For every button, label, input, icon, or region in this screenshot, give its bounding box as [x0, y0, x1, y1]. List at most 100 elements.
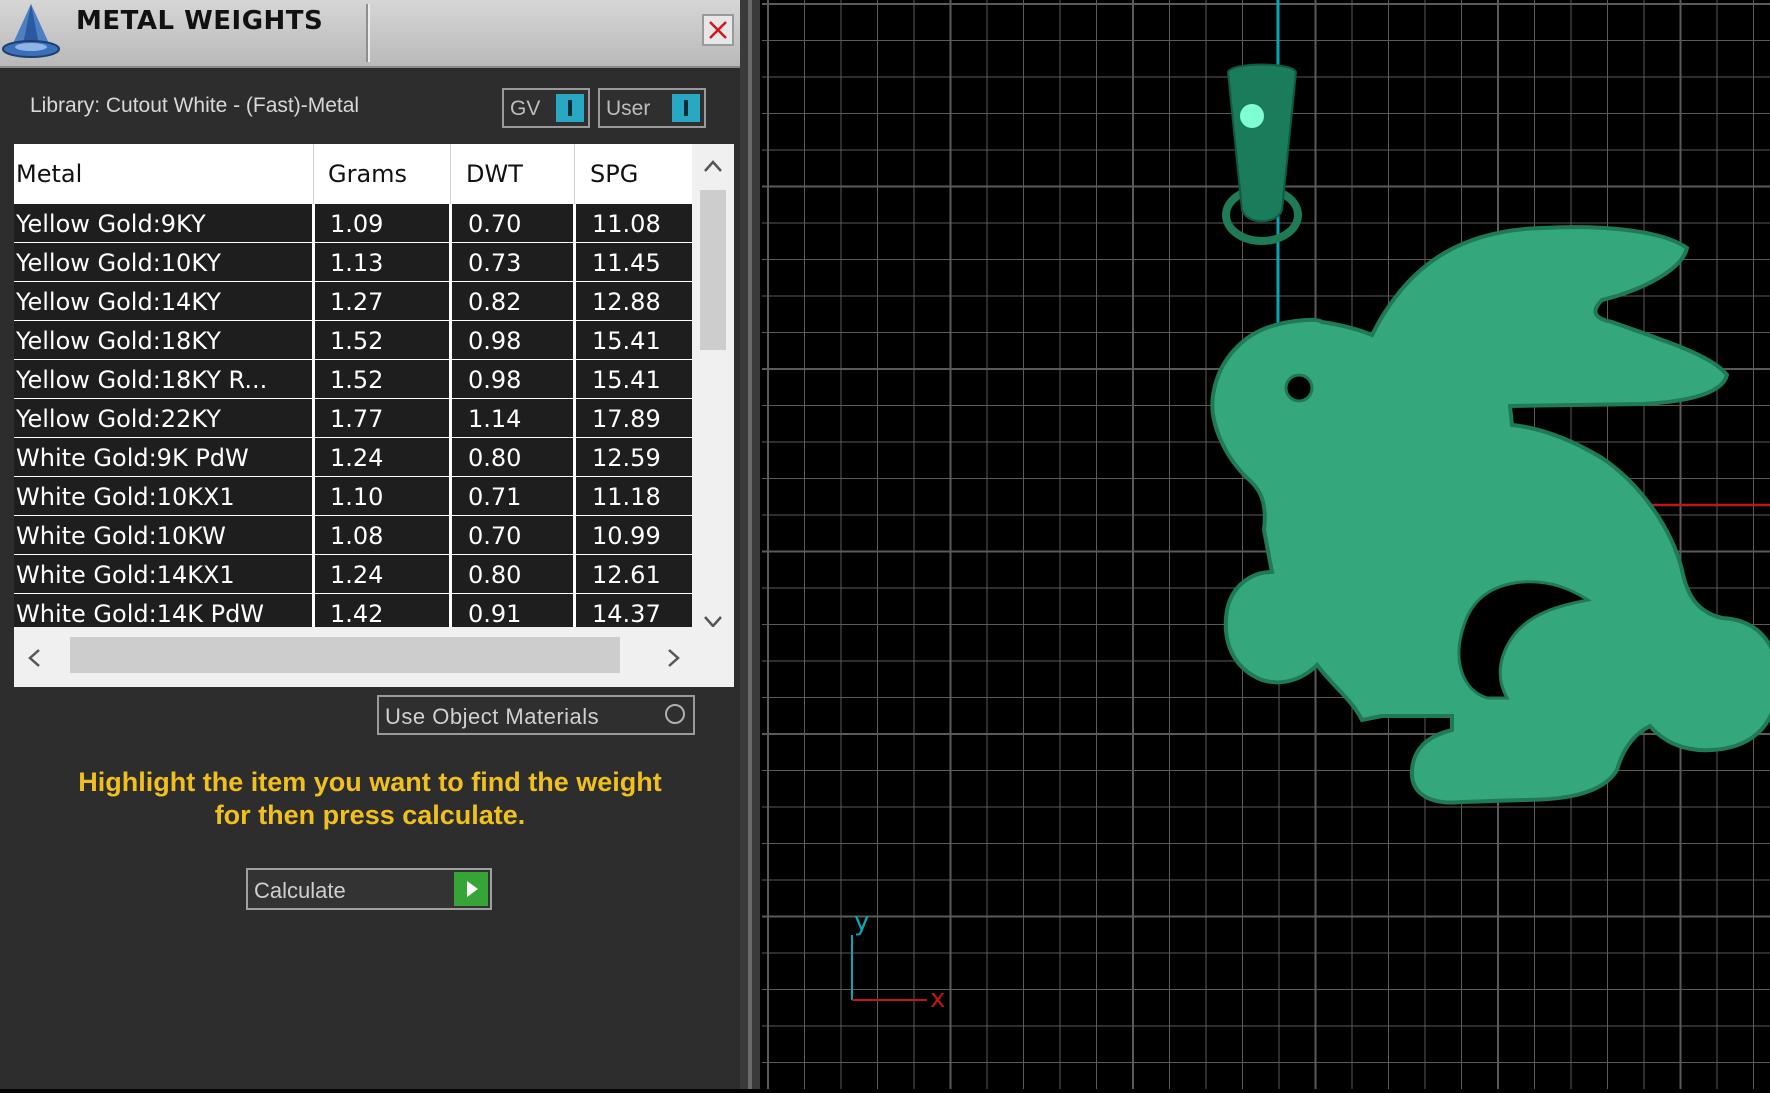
- cell-metal: White Gold:10KX1: [16, 483, 235, 511]
- column-header-dwt[interactable]: DWT: [466, 144, 523, 204]
- gv-toggle-label: GV: [510, 97, 541, 120]
- cell-spg: 11.08: [592, 210, 661, 238]
- use-object-materials-option[interactable]: Use Object Materials: [377, 695, 695, 735]
- instruction-line-2: for then press calculate.: [214, 800, 526, 830]
- chevron-up-icon[interactable]: [702, 158, 724, 174]
- cell-metal: Yellow Gold:18KY: [16, 327, 221, 355]
- column-separator: [449, 204, 452, 627]
- cell-metal: Yellow Gold:10KY: [16, 249, 221, 277]
- cell-metal: Yellow Gold:14KY: [16, 288, 221, 316]
- 3d-viewport[interactable]: y x: [762, 0, 1770, 1089]
- table-row[interactable]: Yellow Gold:10KY 1.13 0.73 11.45: [14, 243, 692, 281]
- user-toggle-switch[interactable]: [672, 94, 700, 122]
- table-row[interactable]: White Gold:10KX1 1.10 0.71 11.18: [14, 477, 692, 515]
- cell-grams: 1.08: [330, 522, 384, 550]
- viewport-canvas[interactable]: y x: [762, 0, 1770, 1089]
- rabbit-eye: [1284, 373, 1314, 403]
- axis-x-label: x: [930, 984, 945, 1014]
- vertical-scrollbar[interactable]: [692, 144, 734, 628]
- cell-metal: White Gold:14KX1: [16, 561, 235, 589]
- window-title: METAL WEIGHTS: [76, 6, 324, 36]
- table-row[interactable]: Yellow Gold:18KY 1.52 0.98 15.41: [14, 321, 692, 359]
- cell-grams: 1.52: [330, 327, 384, 355]
- axis-gizmo: y x: [851, 907, 945, 1014]
- axis-y-label: y: [854, 907, 869, 937]
- metal-weights-panel: METAL WEIGHTS Library: Cutout White - (F…: [0, 0, 748, 1089]
- instruction-text: Highlight the item you want to find the …: [30, 766, 710, 832]
- cell-spg: 11.18: [592, 483, 661, 511]
- cell-metal: White Gold:9K PdW: [16, 444, 249, 472]
- cell-spg: 11.45: [592, 249, 661, 277]
- app-logo-icon: [2, 4, 60, 58]
- rabbit-pendant-model[interactable]: [1210, 63, 1770, 805]
- cell-spg: 15.41: [592, 327, 661, 355]
- title-bar[interactable]: METAL WEIGHTS: [0, 0, 748, 68]
- cell-dwt: 0.71: [468, 483, 522, 511]
- cell-grams: 1.24: [330, 561, 384, 589]
- cell-metal: Yellow Gold:9KY: [16, 210, 206, 238]
- cell-metal: Yellow Gold:18KY R...: [16, 366, 268, 394]
- table-row[interactable]: White Gold:9K PdW 1.24 0.80 12.59: [14, 438, 692, 476]
- calculate-label: Calculate: [254, 878, 346, 903]
- horizontal-scroll-thumb[interactable]: [70, 637, 620, 673]
- cell-grams: 1.09: [330, 210, 384, 238]
- use-object-materials-label: Use Object Materials: [385, 704, 600, 729]
- chevron-right-icon[interactable]: [666, 647, 682, 669]
- table-row[interactable]: Yellow Gold:18KY R... 1.52 0.98 15.41: [14, 360, 692, 398]
- title-divider-highlight: [368, 4, 370, 62]
- cell-dwt: 1.14: [468, 405, 522, 433]
- gv-toggle-switch[interactable]: [556, 94, 584, 122]
- horizontal-scrollbar[interactable]: [14, 627, 734, 687]
- cell-dwt: 0.80: [468, 561, 522, 589]
- table-row[interactable]: Yellow Gold:9KY 1.09 0.70 11.08: [14, 204, 692, 242]
- cell-dwt: 0.70: [468, 522, 522, 550]
- cell-grams: 1.10: [330, 483, 384, 511]
- bail-highlight: [1240, 104, 1264, 128]
- user-toggle[interactable]: User: [598, 88, 706, 128]
- panel-splitter-highlight: [748, 0, 752, 1089]
- gv-toggle[interactable]: GV: [502, 88, 590, 128]
- column-divider[interactable]: [574, 144, 575, 204]
- cell-spg: 10.99: [592, 522, 661, 550]
- list-header: Metal Grams DWT SPG: [14, 144, 692, 204]
- cell-dwt: 0.98: [468, 366, 522, 394]
- column-header-metal[interactable]: Metal: [16, 144, 82, 204]
- chevron-left-icon[interactable]: [26, 647, 42, 669]
- library-label: Library: Cutout White - (Fast)-Metal: [30, 94, 360, 117]
- cell-grams: 1.13: [330, 249, 384, 277]
- user-toggle-label: User: [606, 97, 651, 120]
- cell-spg: 15.41: [592, 366, 661, 394]
- use-object-materials-radio[interactable]: [665, 704, 685, 724]
- cell-grams: 1.24: [330, 444, 384, 472]
- cell-dwt: 0.70: [468, 210, 522, 238]
- metal-list[interactable]: Metal Grams DWT SPG Yellow Gold:9KY 1.09…: [14, 144, 734, 687]
- column-separator: [312, 204, 315, 627]
- cell-spg: 12.59: [592, 444, 661, 472]
- table-row[interactable]: White Gold:10KW 1.08 0.70 10.99: [14, 516, 692, 554]
- column-header-spg[interactable]: SPG: [590, 144, 638, 204]
- cell-dwt: 0.82: [468, 288, 522, 316]
- cell-grams: 1.27: [330, 288, 384, 316]
- cell-grams: 1.77: [330, 405, 384, 433]
- cell-metal: Yellow Gold:22KY: [16, 405, 221, 433]
- cell-spg: 12.61: [592, 561, 661, 589]
- column-header-grams[interactable]: Grams: [328, 144, 407, 204]
- column-divider[interactable]: [313, 144, 314, 204]
- column-divider[interactable]: [450, 144, 451, 204]
- cell-dwt: 0.98: [468, 327, 522, 355]
- cell-dwt: 0.80: [468, 444, 522, 472]
- table-row[interactable]: White Gold:14KX1 1.24 0.80 12.61: [14, 555, 692, 593]
- cell-spg: 17.89: [592, 405, 661, 433]
- table-row[interactable]: Yellow Gold:14KY 1.27 0.82 12.88: [14, 282, 692, 320]
- play-icon[interactable]: [454, 872, 488, 906]
- close-button[interactable]: [702, 14, 734, 46]
- cell-grams: 1.52: [330, 366, 384, 394]
- cell-metal: White Gold:10KW: [16, 522, 226, 550]
- cell-dwt: 0.73: [468, 249, 522, 277]
- calculate-button[interactable]: Calculate: [246, 868, 492, 910]
- instruction-line-1: Highlight the item you want to find the …: [78, 767, 662, 797]
- cell-spg: 12.88: [592, 288, 661, 316]
- column-separator: [573, 204, 576, 627]
- table-row[interactable]: Yellow Gold:22KY 1.77 1.14 17.89: [14, 399, 692, 437]
- vertical-scroll-thumb[interactable]: [700, 190, 726, 350]
